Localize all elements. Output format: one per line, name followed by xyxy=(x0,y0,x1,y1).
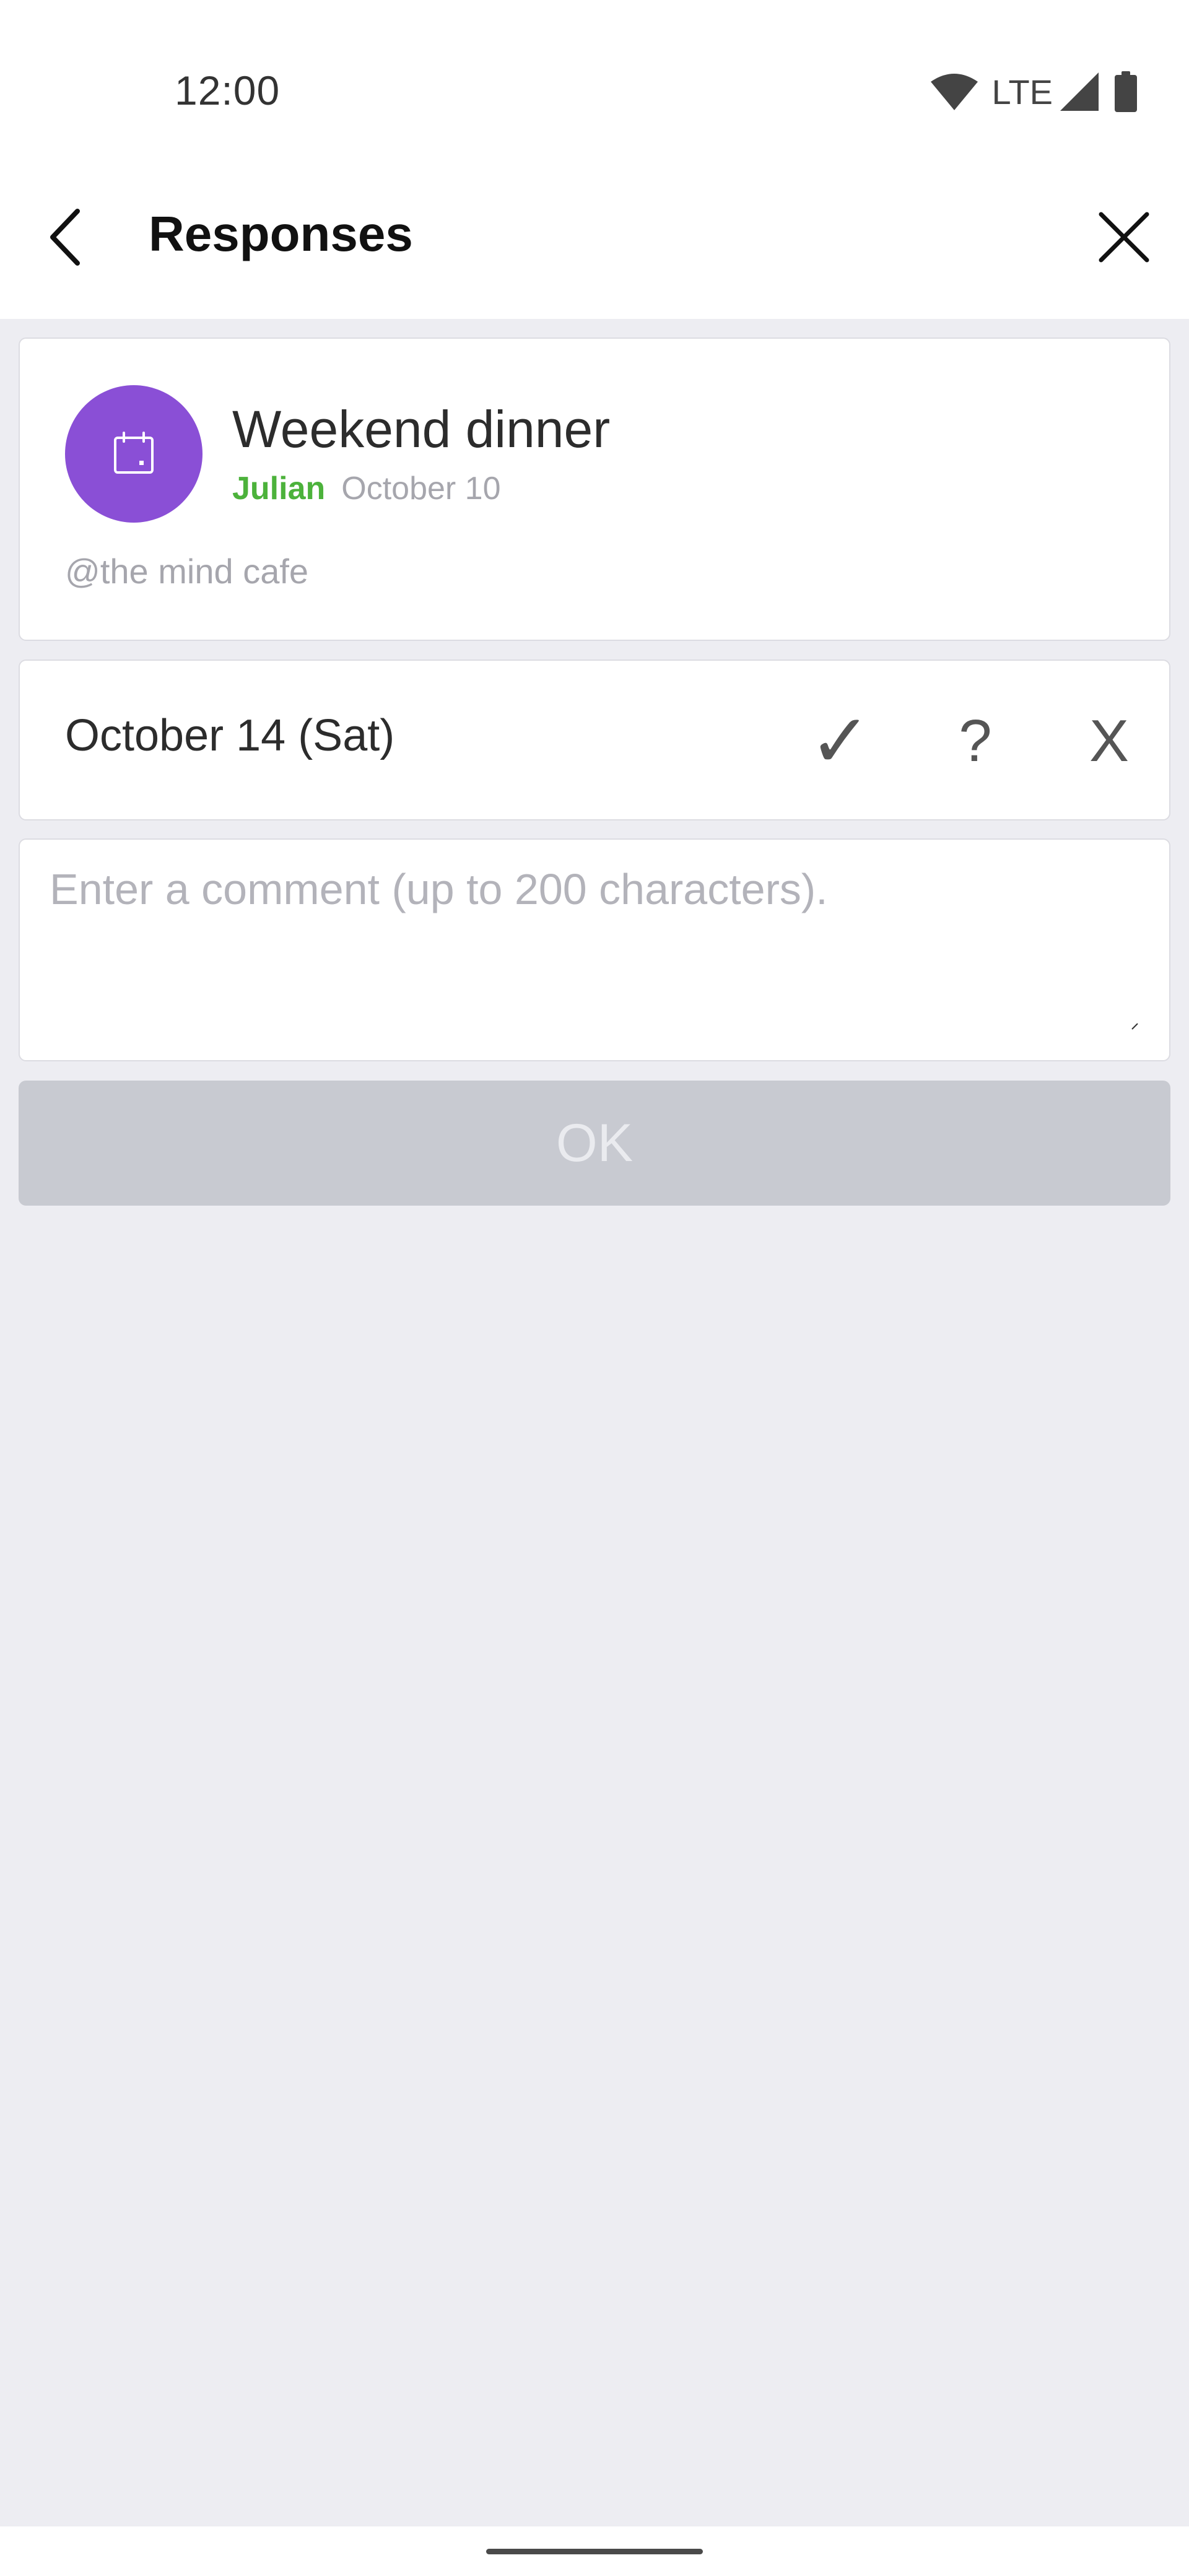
attend-no-button[interactable]: X xyxy=(1056,685,1162,797)
event-avatar xyxy=(65,385,203,523)
page-title: Responses xyxy=(149,206,413,261)
date-option-row: October 14 (Sat) ✓ ? X xyxy=(19,659,1170,820)
date-option-label: October 14 (Sat) xyxy=(65,711,395,760)
ok-button[interactable]: OK xyxy=(19,1081,1170,1206)
wifi-icon xyxy=(931,73,978,110)
attend-yes-button[interactable]: ✓ xyxy=(788,685,893,797)
attend-maybe-button[interactable]: ? xyxy=(923,685,1028,797)
toolbar: Responses xyxy=(0,161,1189,319)
comment-input[interactable] xyxy=(50,864,1139,1038)
status-time: 12:00 xyxy=(175,67,281,113)
calendar-icon xyxy=(111,430,156,478)
status-icons: LTE xyxy=(931,67,1137,116)
close-button[interactable] xyxy=(1090,204,1158,272)
resize-grip-icon[interactable] xyxy=(1131,1022,1138,1030)
event-location: @the mind cafe xyxy=(65,552,309,591)
status-bar: 12:00 LTE xyxy=(0,0,1189,161)
back-button[interactable] xyxy=(31,204,99,272)
battery-icon xyxy=(1115,71,1137,112)
event-author[interactable]: Julian xyxy=(232,470,325,507)
event-date: October 10 xyxy=(341,471,501,507)
chevron-left-icon xyxy=(46,207,84,270)
navigation-bar xyxy=(0,2526,1189,2576)
comment-box xyxy=(19,838,1170,1061)
home-gesture-handle[interactable] xyxy=(486,2549,703,2554)
close-icon xyxy=(1097,211,1151,267)
event-card: Weekend dinner Julian October 10 @the mi… xyxy=(19,337,1170,641)
network-type-label: LTE xyxy=(991,72,1053,111)
event-meta: Julian October 10 xyxy=(232,470,501,507)
event-title: Weekend dinner xyxy=(232,400,611,458)
cell-signal-icon xyxy=(1060,72,1099,111)
